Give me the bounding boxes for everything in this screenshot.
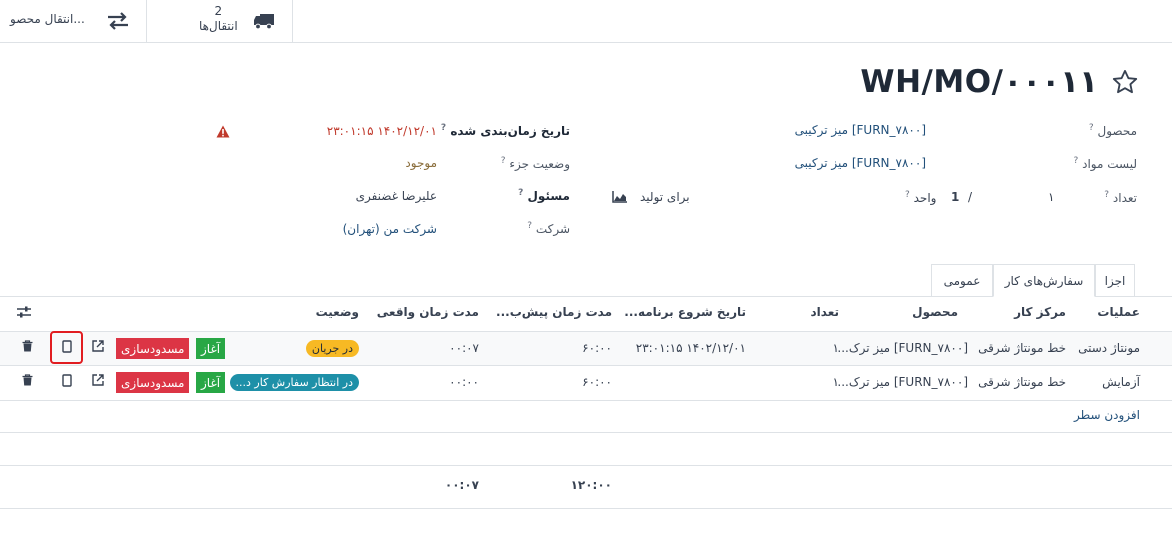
to-produce-label: برای تولید bbox=[640, 190, 690, 204]
deliveries-smart-button[interactable]: 2 انتقال‌ها bbox=[147, 0, 293, 42]
row-divider bbox=[0, 465, 1172, 466]
deliveries-text: 2 انتقال‌ها bbox=[199, 4, 238, 34]
footer-divider bbox=[0, 508, 1172, 509]
tab-misc[interactable]: عمومی bbox=[931, 264, 993, 297]
product-cell: [FURN_۷۸۰۰] میز ترک... bbox=[837, 375, 968, 389]
product-label: محصول ? bbox=[1089, 123, 1137, 138]
status-badge: در جریان bbox=[305, 340, 359, 357]
table-row[interactable]: آزمایش خط مونتاژ شرقی [FURN_۷۸۰۰] میز تر… bbox=[0, 366, 1172, 400]
product-field[interactable]: [FURN_۷۸۰۰] میز ترکیبی bbox=[795, 123, 926, 137]
external-link-icon[interactable] bbox=[92, 374, 104, 389]
transfers-smart-button[interactable]: انتقال محصو... bbox=[0, 0, 147, 42]
column-header-product[interactable]: محصول bbox=[912, 305, 958, 319]
deliveries-label: انتقال‌ها bbox=[199, 19, 238, 33]
chart-area-icon[interactable] bbox=[612, 191, 628, 206]
help-icon[interactable]: ? bbox=[1104, 190, 1109, 200]
uom-field[interactable]: واحد ? bbox=[905, 190, 936, 205]
quantity-cell: ۱ bbox=[832, 341, 839, 355]
product-cell: [FURN_۷۸۰۰] میز ترک... bbox=[837, 341, 968, 355]
scheduled-date-label: تاریخ زمان‌بندی شده ? bbox=[441, 123, 570, 138]
expected-duration-cell: ۶۰:۰۰ bbox=[582, 375, 612, 389]
exchange-arrows-icon bbox=[106, 11, 130, 34]
star-icon[interactable] bbox=[1111, 68, 1139, 99]
help-icon[interactable]: ? bbox=[1074, 156, 1079, 166]
tab-components[interactable]: اجزا bbox=[1095, 264, 1135, 297]
responsible-field[interactable]: علیرضا غضنفری bbox=[356, 189, 437, 203]
bom-label: لیست مواد ? bbox=[1074, 156, 1138, 171]
responsible-label: مسئول ? bbox=[518, 188, 570, 203]
column-header-expected-duration[interactable]: مدت زمان پیش‌ب... bbox=[496, 305, 612, 319]
column-header-real-duration[interactable]: مدت زمان واقعی bbox=[377, 305, 479, 319]
column-header-status[interactable]: وضعیت bbox=[316, 305, 359, 319]
quantity-label-text: تعداد bbox=[1112, 191, 1137, 205]
column-header-operation[interactable]: عملیات bbox=[1097, 305, 1140, 319]
add-line-link[interactable]: افزودن سطر bbox=[1074, 408, 1140, 422]
transfers-label: انتقال محصو... bbox=[10, 12, 85, 26]
bom-label-text: لیست مواد bbox=[1082, 157, 1137, 171]
column-settings-icon[interactable] bbox=[17, 306, 31, 321]
start-button[interactable]: آغاز bbox=[196, 338, 226, 359]
deliveries-count: 2 bbox=[214, 4, 223, 18]
bom-field[interactable]: [FURN_۷۸۰۰] میز ترکیبی bbox=[795, 156, 926, 170]
tablet-button-highlight bbox=[50, 331, 83, 364]
help-icon[interactable]: ? bbox=[1089, 123, 1094, 133]
column-header-start-date[interactable]: تاریخ شروع برنامه... bbox=[624, 305, 746, 319]
expected-duration-cell: ۶۰:۰۰ bbox=[582, 341, 612, 355]
quantity-label: تعداد ? bbox=[1104, 190, 1137, 205]
column-header-workcenter[interactable]: مرکز کار bbox=[1014, 305, 1066, 319]
quantity-input[interactable]: ۱ bbox=[1048, 190, 1054, 204]
help-icon[interactable]: ? bbox=[905, 190, 910, 200]
product-label-text: محصول bbox=[1097, 124, 1138, 138]
trash-icon[interactable] bbox=[22, 340, 33, 355]
block-button[interactable]: مسدودسازی bbox=[116, 372, 190, 393]
real-duration-cell: ۰۰:۰۰ bbox=[449, 375, 479, 389]
real-duration-cell: ۰۰:۰۷ bbox=[449, 341, 479, 355]
external-link-icon[interactable] bbox=[92, 340, 104, 355]
workcenter-cell: خط مونتاژ شرقی bbox=[978, 341, 1066, 355]
row-divider bbox=[0, 400, 1172, 401]
help-icon[interactable]: ? bbox=[518, 188, 523, 198]
warning-icon bbox=[216, 125, 230, 141]
operation-cell: آزمایش bbox=[1102, 375, 1140, 389]
total-real-duration: ۰۰:۰۷ bbox=[444, 478, 479, 492]
block-button[interactable]: مسدودسازی bbox=[116, 338, 190, 359]
quantity-separator: / bbox=[968, 190, 973, 204]
company-label-text: شرکت bbox=[535, 222, 570, 236]
truck-icon bbox=[253, 11, 275, 34]
total-expected-duration: ۱۲۰:۰۰ bbox=[570, 478, 612, 492]
component-status-label: وضعیت جزء ? bbox=[501, 156, 570, 171]
trash-icon[interactable] bbox=[22, 374, 33, 389]
row-divider bbox=[0, 432, 1172, 433]
produced-quantity: 1 bbox=[951, 190, 960, 204]
table-row[interactable]: مونتاژ دستی خط مونتاژ شرقی [FURN_۷۸۰۰] م… bbox=[0, 332, 1172, 366]
company-field[interactable]: شرکت من (تهران) bbox=[343, 222, 437, 236]
status-badge: در انتظار سفارش کار د... bbox=[229, 374, 359, 391]
start-button[interactable]: آغاز bbox=[196, 372, 226, 393]
start-date-cell: ۱۴۰۲/۱۲/۰۱ ۲۳:۰۱:۱۵ bbox=[635, 341, 746, 355]
help-icon[interactable]: ? bbox=[527, 221, 532, 231]
help-icon[interactable]: ? bbox=[441, 123, 446, 133]
responsible-label-text: مسئول bbox=[527, 189, 570, 203]
help-icon[interactable]: ? bbox=[501, 156, 506, 166]
smart-button-bar: انتقال محصو... 2 انتقال‌ها bbox=[0, 0, 1172, 43]
component-status-label-text: وضعیت جزء bbox=[509, 157, 570, 171]
column-header-quantity[interactable]: تعداد bbox=[811, 305, 839, 319]
scheduled-date-label-text: تاریخ زمان‌بندی شده bbox=[450, 124, 570, 138]
company-label: شرکت ? bbox=[527, 221, 570, 236]
record-title: WH/MO/۰۰۰۱۱ bbox=[860, 64, 1098, 100]
tab-work-orders[interactable]: سفارش‌های کار bbox=[993, 264, 1095, 297]
workcenter-cell: خط مونتاژ شرقی bbox=[978, 375, 1066, 389]
quantity-cell: ۱ bbox=[832, 375, 839, 389]
scheduled-date-field[interactable]: ۱۴۰۲/۱۲/۰۱ ۲۳:۰۱:۱۵ bbox=[327, 124, 437, 138]
tablet-icon[interactable] bbox=[62, 374, 72, 390]
component-status-value: موجود bbox=[405, 156, 437, 170]
operation-cell: مونتاژ دستی bbox=[1078, 341, 1140, 355]
uom-text: واحد bbox=[913, 191, 937, 205]
